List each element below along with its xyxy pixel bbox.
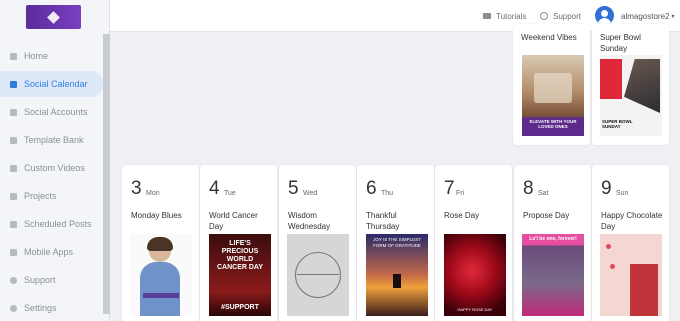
sidebar-item-template-bank[interactable]: Template Bank (0, 127, 103, 153)
sidebar-item-label: Template Bank (24, 135, 84, 145)
calendar-day-card[interactable]: 8 Sat Propose Day Lu'l be one, forever! (514, 165, 591, 321)
day-number: 7 (444, 178, 455, 199)
question-circle-icon (540, 12, 548, 20)
app-logo[interactable] (26, 5, 81, 29)
day-weekday: Sun (616, 190, 629, 197)
event-thumbnail[interactable] (600, 234, 662, 316)
sidebar-item-label: Support (24, 275, 56, 285)
calendar-day-card[interactable]: Super Bowl Sunday SUPER BOWL SUNDAY (592, 24, 669, 145)
day-weekday: Fri (456, 190, 465, 197)
event-thumbnail[interactable]: JOY IS THE SIMPLEST FORM OF GRATITUDE (366, 234, 428, 316)
sidebar-item-label: Home (24, 51, 49, 61)
event-thumbnail[interactable]: LIFE'S PRECIOUS WORLD CANCER DAY #SUPPOR… (209, 234, 271, 316)
help-icon (10, 276, 17, 284)
sidebar-item-label: Settings (24, 303, 57, 313)
event-thumbnail[interactable]: Lu'l be one, forever! (522, 234, 584, 316)
event-thumbnail[interactable]: ELEVATE WITH YOUR LOVED ONES (522, 55, 584, 136)
day-weekday: Mon (146, 190, 160, 197)
day-weekday: Thu (381, 190, 394, 197)
day-number: 3 (131, 178, 142, 199)
avatar[interactable] (595, 6, 614, 25)
calendar-day-card[interactable]: 6 Thu Thankful Thursday JOY IS THE SIMPL… (357, 165, 434, 321)
sidebar-item-custom-videos[interactable]: Custom Videos (0, 155, 103, 181)
sidebar-scrollbar[interactable] (103, 34, 110, 314)
sidebar-item-label: Scheduled Posts (24, 219, 92, 229)
calendar-day-card[interactable]: 7 Fri Rose Day HAPPY ROSE DAY (435, 165, 512, 321)
thumbnail-caption: Lu'l be one, forever! (529, 236, 577, 242)
sidebar-item-projects[interactable]: Projects (0, 183, 103, 209)
event-title: Thankful Thursday (366, 211, 400, 231)
event-thumbnail[interactable] (287, 234, 349, 316)
mobile-icon (10, 248, 17, 256)
day-number: 6 (366, 178, 377, 199)
tutorials-label: Tutorials (496, 11, 527, 21)
clock-calendar-icon (10, 220, 17, 228)
support-label: Support (553, 11, 582, 21)
event-title: Happy Chocolate Day (601, 211, 663, 231)
event-title: Rose Day (444, 211, 480, 220)
event-title: Propose Day (523, 211, 570, 220)
sidebar-item-label: Mobile Apps (24, 247, 74, 257)
username: almagostore2 (621, 11, 670, 21)
calendar-day-card[interactable]: 9 Sun Happy Chocolate Day (592, 165, 669, 321)
sidebar-item-social-accounts[interactable]: Social Accounts (0, 99, 103, 125)
day-number: 8 (523, 178, 534, 199)
sidebar-item-label: Social Accounts (24, 107, 88, 117)
thumbnail-caption: JOY IS THE SIMPLEST FORM OF GRATITUDE (373, 237, 421, 248)
calendar-day-card[interactable]: 4 Tue World Cancer Day LIFE'S PRECIOUS W… (200, 165, 277, 321)
chevron-down-icon: ▾ (671, 13, 675, 20)
day-number: 5 (288, 178, 299, 199)
event-thumbnail[interactable]: SUPER BOWL SUNDAY (600, 55, 662, 136)
calendar-icon (10, 80, 17, 88)
template-icon (10, 136, 17, 144)
calendar-day-card[interactable]: 3 Mon Monday Blues (122, 165, 199, 321)
day-weekday: Wed (303, 190, 318, 197)
event-thumbnail[interactable] (130, 234, 192, 316)
thumbnail-subcaption: #SUPPORT (221, 304, 259, 311)
event-title: Wisdom Wednesday (288, 211, 331, 231)
thumbnail-caption: LIFE'S PRECIOUS WORLD CANCER DAY (216, 240, 264, 271)
day-weekday: Sat (538, 190, 549, 197)
home-icon (10, 52, 17, 60)
thumbnail-caption: SUPER BOWL SUNDAY (602, 119, 633, 129)
logo-mark-icon (47, 10, 60, 24)
folder-icon (10, 192, 17, 200)
gear-icon (10, 304, 17, 312)
event-thumbnail[interactable]: HAPPY ROSE DAY (444, 234, 506, 316)
sidebar-item-home[interactable]: Home (0, 43, 103, 69)
user-icon (10, 108, 17, 116)
video-camera-icon (483, 13, 491, 19)
calendar-day-card[interactable]: Weekend Vibes ELEVATE WITH YOUR LOVED ON… (513, 24, 590, 145)
thumbnail-caption: HAPPY ROSE DAY (457, 307, 493, 312)
event-title: Super Bowl Sunday (600, 33, 641, 53)
day-number: 4 (209, 178, 220, 199)
sidebar-item-social-calendar[interactable]: Social Calendar (0, 71, 103, 97)
calendar-day-card[interactable]: 5 Wed Wisdom Wednesday (279, 165, 356, 321)
sidebar-item-support[interactable]: Support (0, 267, 103, 293)
sidebar-item-mobile-apps[interactable]: Mobile Apps (0, 239, 103, 265)
day-weekday: Tue (224, 190, 236, 197)
thumbnail-caption: ELEVATE WITH YOUR LOVED ONES (529, 119, 577, 129)
day-number: 9 (601, 178, 612, 199)
sidebar-item-label: Projects (24, 191, 57, 201)
event-title: Monday Blues (131, 211, 182, 220)
sidebar-item-label: Social Calendar (24, 79, 88, 89)
video-grid-icon (10, 164, 17, 172)
event-title: Weekend Vibes (521, 33, 577, 42)
sidebar-item-scheduled-posts[interactable]: Scheduled Posts (0, 211, 103, 237)
sidebar-item-label: Custom Videos (24, 163, 85, 173)
sidebar-item-settings[interactable]: Settings (0, 295, 103, 321)
event-title: World Cancer Day (209, 211, 258, 231)
sidebar: Home Social Calendar Social Accounts Tem… (0, 0, 110, 321)
